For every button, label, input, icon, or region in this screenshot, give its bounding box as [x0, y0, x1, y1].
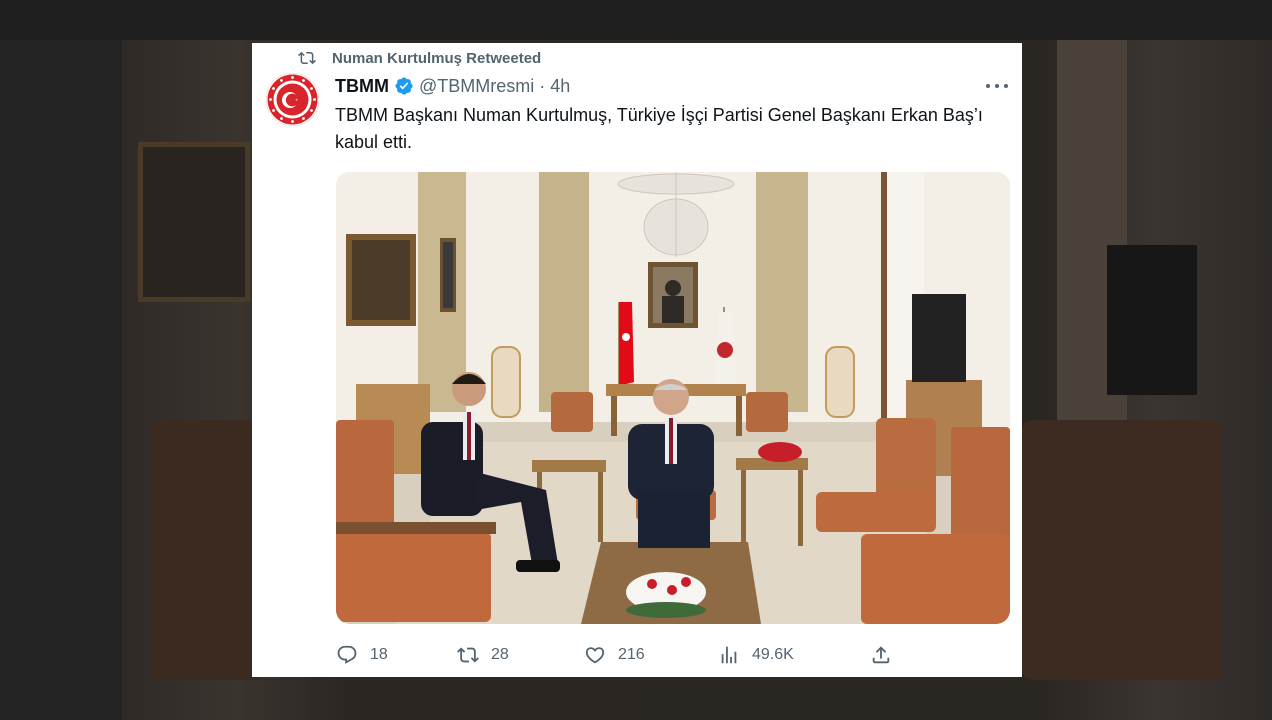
- view-count: 49.6K: [752, 646, 794, 663]
- views-chart-icon: [721, 646, 737, 664]
- background-tv: [1107, 245, 1197, 395]
- background-painting: [138, 142, 250, 302]
- background-chair-left: [152, 420, 262, 680]
- tweet-header: TBMM @TBMMresmi · 4h: [335, 74, 570, 98]
- reply-button[interactable]: 18: [336, 639, 388, 671]
- verified-badge-icon: [394, 76, 414, 96]
- avatar[interactable]: [266, 73, 319, 126]
- views-button[interactable]: 49.6K: [718, 639, 794, 671]
- tbmm-emblem-icon: [266, 73, 319, 126]
- tweet-timestamp[interactable]: 4h: [550, 76, 570, 97]
- tweet-text: TBMM Başkanı Numan Kurtulmuş, Türkiye İş…: [335, 105, 983, 152]
- reply-icon: [337, 645, 357, 664]
- like-count: 216: [618, 646, 645, 663]
- author-handle[interactable]: @TBMMresmi: [419, 76, 534, 97]
- heart-icon: [585, 647, 605, 664]
- author-name[interactable]: TBMM: [335, 76, 389, 97]
- turkish-flag-icon: [619, 302, 634, 386]
- top-dark-strip: [0, 0, 1272, 40]
- separator-dot: ·: [539, 75, 546, 96]
- tweet-photo[interactable]: [336, 172, 1010, 624]
- retweet-button[interactable]: 28: [457, 639, 509, 671]
- share-button[interactable]: [870, 639, 892, 671]
- retweet-action-icon: [457, 647, 479, 663]
- retweet-count: 28: [491, 646, 509, 663]
- tweet-card[interactable]: Numan Kurtulmuş Retweeted TBMM @TBMMresm…: [252, 43, 1022, 677]
- retweet-icon: [298, 49, 316, 67]
- reply-count: 18: [370, 646, 388, 663]
- retweet-context[interactable]: Numan Kurtulmuş Retweeted: [298, 48, 541, 68]
- more-options-icon[interactable]: [986, 76, 1008, 96]
- retweet-label: Numan Kurtulmuş Retweeted: [332, 49, 542, 67]
- like-button[interactable]: 216: [584, 639, 645, 671]
- background-chair-right: [1022, 420, 1222, 680]
- share-icon: [872, 646, 890, 664]
- meeting-room-photo: [336, 172, 1010, 624]
- flower-arrangement-icon: [758, 442, 802, 462]
- tweet-actions: 18 28 216 49.6K: [336, 639, 1016, 671]
